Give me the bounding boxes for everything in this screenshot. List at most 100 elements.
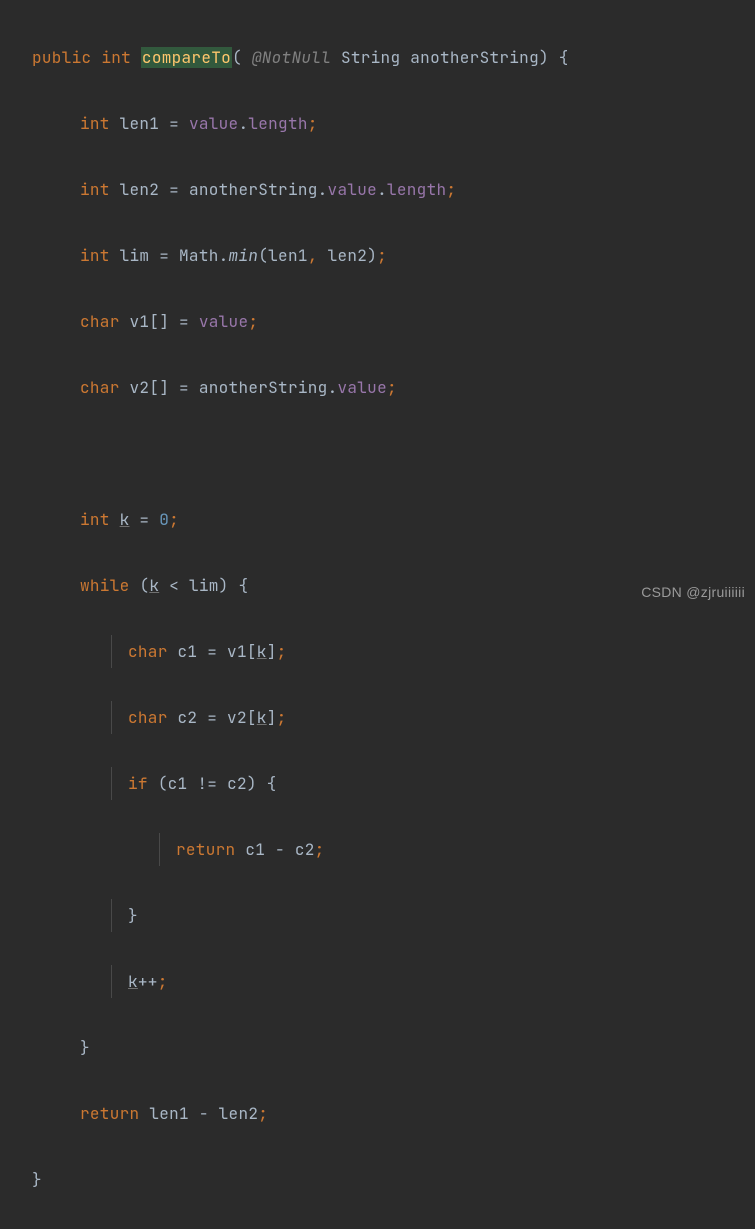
keyword-int: int (80, 245, 110, 266)
paren: ( (158, 773, 168, 794)
code-line (32, 437, 755, 470)
keyword-public: public (32, 47, 91, 68)
code-line: int len2 = anotherString.value.length; (32, 173, 755, 206)
keyword-if: if (128, 773, 148, 794)
keyword-char: char (128, 641, 168, 662)
var: len2 (120, 179, 160, 200)
op: = (169, 113, 179, 134)
keyword-int: int (80, 509, 110, 530)
paren: ) { (219, 575, 249, 596)
comma: , (308, 245, 318, 266)
op: < (169, 575, 179, 596)
paren: ( (258, 245, 268, 266)
keyword-char: char (80, 377, 120, 398)
var: k (128, 971, 138, 992)
keyword-return: return (176, 839, 235, 860)
var: c2 (178, 707, 198, 728)
semi: ; (248, 311, 258, 332)
keyword-return: return (80, 1103, 139, 1124)
paren: ) (367, 245, 377, 266)
semi: ; (277, 707, 287, 728)
op: = (207, 707, 217, 728)
prop: length (387, 179, 446, 200)
var: v2 (130, 377, 150, 398)
var: c1 (245, 839, 265, 860)
field: value (337, 377, 387, 398)
param-ref: anotherString (199, 377, 328, 398)
semi: ; (277, 641, 287, 662)
semi: ; (315, 839, 325, 860)
bracket: ] (267, 707, 277, 728)
code-line: } (32, 1031, 755, 1064)
field: value (328, 179, 378, 200)
code-line: } (32, 899, 755, 932)
static-method: min (229, 245, 259, 266)
var: lim (120, 245, 150, 266)
semi: ; (169, 509, 179, 530)
param-ref: anotherString (189, 179, 318, 200)
bracket: [ (247, 707, 257, 728)
op: = (179, 311, 189, 332)
code-line: return len1 - len2; (32, 1097, 755, 1130)
var: k (149, 575, 159, 596)
paren: ) { (539, 47, 569, 68)
watermark: CSDN @zjruiiiiii (641, 576, 745, 609)
op: - (275, 839, 285, 860)
dot: . (328, 377, 338, 398)
arr: v1 (227, 641, 247, 662)
code-line: char c2 = v2[k]; (32, 701, 755, 734)
var: c1 (178, 641, 198, 662)
code-line: return c1 - c2; (32, 833, 755, 866)
brackets: [] (149, 377, 169, 398)
annotation: @NotNull (252, 47, 331, 68)
var: k (120, 509, 130, 530)
keyword-int: int (80, 113, 110, 134)
prop: length (248, 113, 307, 134)
keyword-int: int (80, 179, 110, 200)
keyword-char: char (128, 707, 168, 728)
op: = (169, 179, 179, 200)
keyword-while: while (80, 575, 130, 596)
var: len1 (120, 113, 160, 134)
op: ++ (138, 971, 158, 992)
bracket: [ (247, 641, 257, 662)
brace: } (128, 905, 138, 926)
semi: ; (258, 1103, 268, 1124)
code-line: int lim = Math.min(len1, len2); (32, 239, 755, 272)
paren: ) { (247, 773, 277, 794)
dot: . (238, 113, 248, 134)
bracket: ] (267, 641, 277, 662)
code-line: char c1 = v1[k]; (32, 635, 755, 668)
idx: k (257, 641, 267, 662)
param-name: anotherString (410, 47, 539, 68)
brace: } (32, 1169, 42, 1190)
param-type: String (341, 47, 400, 68)
code-line: int len1 = value.length; (32, 107, 755, 140)
code-line: char v1[] = value; (32, 305, 755, 338)
op: = (179, 377, 189, 398)
op: = (159, 245, 169, 266)
op: = (207, 641, 217, 662)
semi: ; (446, 179, 456, 200)
keyword-char: char (80, 311, 120, 332)
field: value (189, 113, 239, 134)
code-line: } (32, 1163, 755, 1196)
semi: ; (308, 113, 318, 134)
var: c2 (295, 839, 315, 860)
var: v1 (130, 311, 150, 332)
op: = (139, 509, 149, 530)
brackets: [] (149, 311, 169, 332)
op: - (199, 1103, 209, 1124)
idx: k (257, 707, 267, 728)
var: len1 (149, 1103, 189, 1124)
arg: len1 (268, 245, 308, 266)
brace: } (80, 1037, 90, 1058)
var: c1 (168, 773, 188, 794)
code-line: char v2[] = anotherString.value; (32, 371, 755, 404)
field: value (199, 311, 249, 332)
arr: v2 (227, 707, 247, 728)
op: != (197, 773, 217, 794)
number: 0 (159, 509, 169, 530)
code-line: public int compareTo( @NotNull String an… (32, 41, 755, 74)
code-line: k++; (32, 965, 755, 998)
